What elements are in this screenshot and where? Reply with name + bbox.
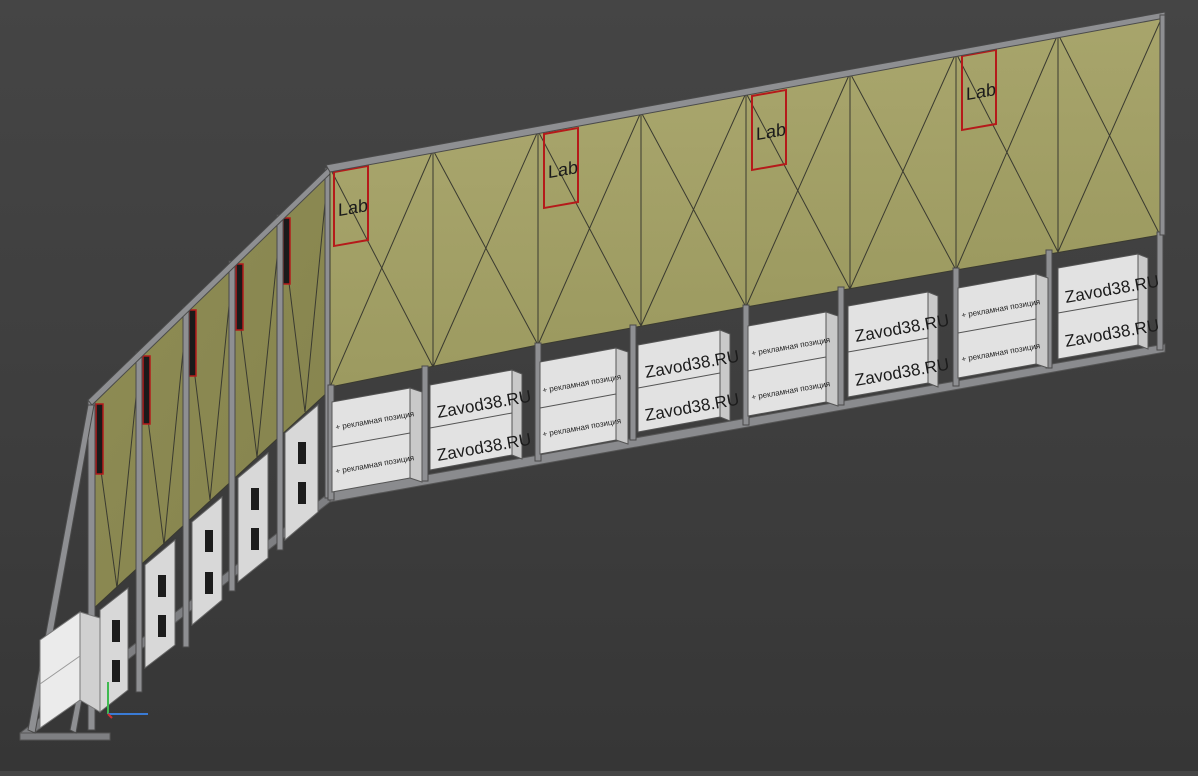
brand-box-pair: Zavod38.RU Zavod38.RU xyxy=(637,329,741,433)
brand-box-pair: Zavod38.RU Zavod38.RU xyxy=(429,369,533,471)
brand-box-pair: Zavod38.RU Zavod38.RU xyxy=(1057,253,1161,360)
ad-box-pair: + рекламная позиция + рекламная позиция xyxy=(539,347,629,455)
ad-box-pair: + рекламная позиция + рекламная позиция xyxy=(747,311,839,417)
ad-box-pair: + рекламная позиция + рекламная позиция xyxy=(957,273,1049,379)
brand-box-pair: Zavod38.RU Zavod38.RU xyxy=(847,291,951,398)
3d-viewport[interactable]: Lab Lab Lab Lab + рекламная позиция + ре… xyxy=(0,0,1198,771)
side-wall-section xyxy=(27,167,333,734)
ad-box-pair: + рекламная позиция + рекламная позиция xyxy=(331,387,423,493)
